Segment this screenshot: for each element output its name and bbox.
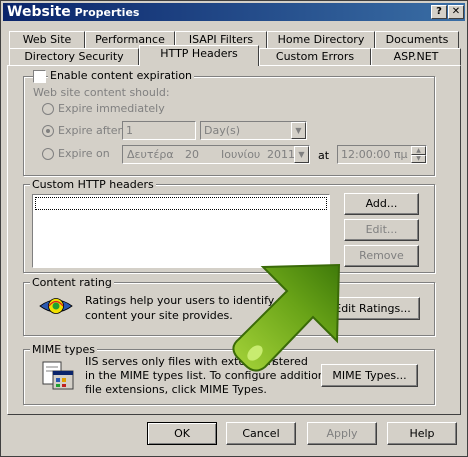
tab-home-directory[interactable]: Home Directory	[267, 31, 375, 49]
expire-date-picker[interactable]: Δευτέρα 20 Ιουνίου 2011	[122, 145, 310, 164]
title-bar: Website Properties ? ✕	[3, 3, 465, 21]
edit-header-button[interactable]: Edit...	[344, 219, 419, 241]
expire-immediately-label: Expire immediately	[58, 102, 165, 115]
expire-on-radio[interactable]	[42, 148, 54, 160]
mime-types-icon	[42, 361, 74, 390]
rating-text-line2: content your site provides.	[85, 309, 233, 322]
expire-immediately-radio[interactable]	[42, 103, 54, 115]
window-title-rest: Properties	[74, 6, 140, 19]
expire-after-radio[interactable]	[42, 125, 54, 137]
list-focus-row	[35, 197, 327, 210]
expire-after-input[interactable]: 1	[122, 121, 196, 140]
date-day: 20	[185, 148, 199, 161]
date-dropdown-chevron-icon[interactable]: ▼	[294, 146, 309, 163]
close-title-button[interactable]: ✕	[448, 5, 464, 19]
time-down-icon[interactable]: ▼	[411, 155, 426, 163]
add-header-button[interactable]: Add...	[344, 193, 419, 215]
enable-expiration-label: Enable content expiration	[48, 69, 195, 82]
apply-button[interactable]: Apply	[307, 422, 377, 445]
content-should-label: Web site content should:	[33, 86, 170, 99]
tab-web-site[interactable]: Web Site	[9, 31, 85, 49]
ratings-icon	[39, 298, 73, 314]
tab-custom-errors[interactable]: Custom Errors	[259, 48, 371, 66]
window-title-main: Website	[7, 4, 71, 20]
custom-headers-list[interactable]	[32, 194, 330, 268]
content-rating-label: Content rating	[30, 276, 114, 289]
enable-expiration-checkbox[interactable]	[33, 70, 46, 83]
tab-http-headers[interactable]: HTTP Headers	[139, 45, 259, 66]
at-label: at	[318, 149, 330, 162]
cancel-button[interactable]: Cancel	[226, 422, 296, 445]
properties-dialog: Website Properties ? ✕ Web Site Performa…	[0, 0, 468, 457]
help-title-button[interactable]: ?	[431, 5, 447, 19]
expire-after-label: Expire after	[58, 124, 123, 137]
help-button[interactable]: Help	[387, 422, 457, 445]
remove-header-button[interactable]: Remove	[344, 245, 419, 267]
date-year: 2011	[267, 148, 295, 161]
tab-documents[interactable]: Documents	[375, 31, 459, 49]
date-month: Ιουνίου	[221, 148, 261, 161]
time-up-icon[interactable]: ▲	[411, 146, 426, 155]
expire-on-label: Expire on	[58, 147, 110, 160]
custom-headers-label: Custom HTTP headers	[30, 178, 156, 191]
mime-text-line3: file extensions, click MIME Types.	[85, 383, 267, 396]
date-weekday: Δευτέρα	[127, 148, 174, 161]
chevron-down-icon[interactable]: ▼	[291, 122, 306, 139]
tab-directory-security[interactable]: Directory Security	[9, 48, 139, 66]
tab-asp-net[interactable]: ASP.NET	[371, 48, 461, 66]
expire-unit-value: Day(s)	[204, 124, 241, 137]
ok-button[interactable]: OK	[147, 422, 217, 445]
green-arrow-icon	[232, 263, 341, 372]
